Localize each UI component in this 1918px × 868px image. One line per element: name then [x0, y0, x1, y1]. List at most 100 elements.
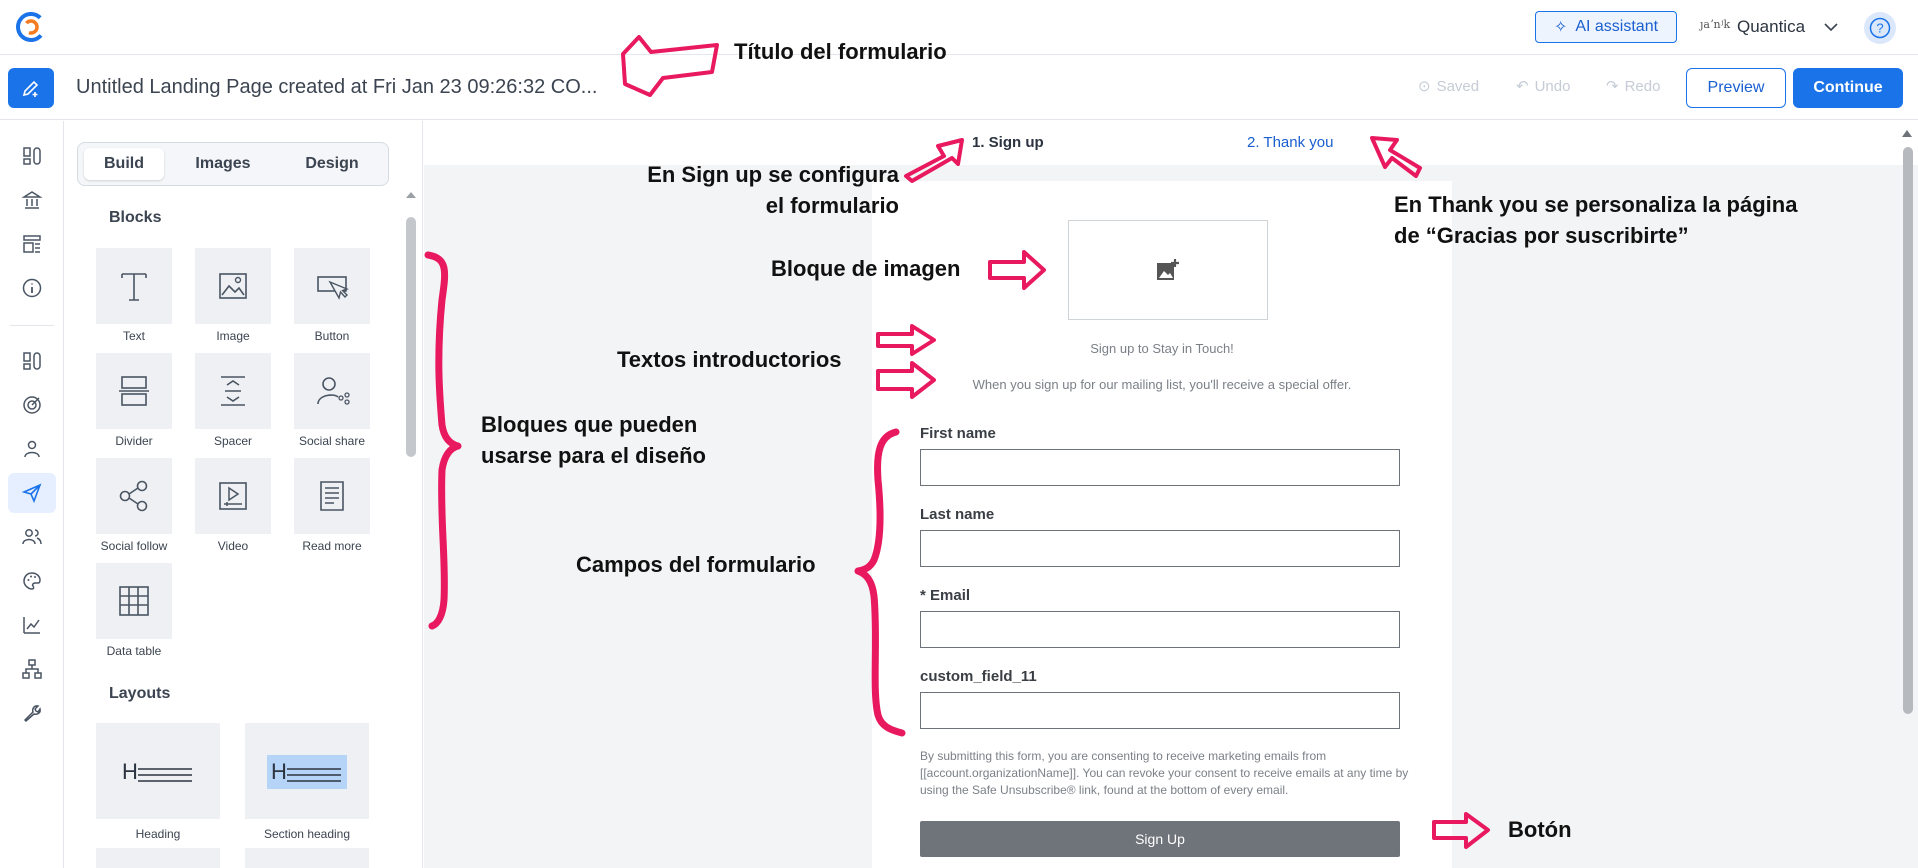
undo-button[interactable]: ↶ Undo	[1516, 77, 1571, 96]
top-bar: ✧ AI assistant ȷaʼnʲk Quantica ?	[0, 0, 1918, 55]
video-icon	[219, 482, 247, 510]
preview-button[interactable]: Preview	[1686, 68, 1786, 108]
saved-status: ⊙ Saved	[1418, 77, 1479, 96]
send-icon[interactable]	[8, 473, 56, 513]
check-circle-icon: ⊙	[1418, 78, 1431, 95]
annotation-signup-line1: En Sign up se configura	[647, 162, 899, 187]
sitemap-icon[interactable]	[17, 654, 47, 684]
add-image-icon	[1157, 259, 1179, 280]
scrollbar-thumb[interactable]	[1903, 147, 1913, 714]
block-label: Spacer	[213, 434, 253, 448]
dashboard-icon[interactable]	[17, 141, 47, 171]
block-text[interactable]: Text	[96, 248, 172, 343]
annotation-thankyou-line2: de “Gracias por suscribirte”	[1394, 223, 1689, 248]
editor-header: Untitled Landing Page created at Fri Jan…	[0, 56, 1918, 120]
layout-tile[interactable]	[245, 848, 369, 868]
wrench-icon[interactable]	[17, 698, 47, 728]
contact-icon[interactable]	[17, 434, 47, 464]
redo-label: Redo	[1624, 77, 1661, 95]
block-read-more[interactable]: Read more	[294, 458, 370, 553]
annotation-image-block: Bloque de imagen	[771, 256, 961, 281]
template-icon[interactable]	[17, 229, 47, 259]
block-label: Read more	[302, 539, 362, 553]
layout-tile[interactable]	[96, 848, 220, 868]
block-social-share[interactable]: Social share	[294, 353, 370, 448]
left-nav-rail	[0, 121, 64, 868]
annotation-fields: Campos del formulario	[576, 552, 816, 577]
block-spacer[interactable]: Spacer	[195, 353, 271, 448]
dashboard-icon[interactable]	[17, 346, 47, 376]
image-block[interactable]	[1068, 220, 1268, 320]
org-name[interactable]: Quantica	[1737, 17, 1805, 37]
field-label: Last name	[920, 506, 995, 523]
reports-icon[interactable]	[17, 610, 47, 640]
svg-text:H: H	[122, 759, 138, 784]
spacer-icon	[221, 376, 245, 406]
social-share-icon	[317, 377, 350, 405]
help-icon[interactable]: ?	[1864, 12, 1896, 44]
annotation-intro-texts: Textos introductorios	[617, 347, 842, 372]
edit-button[interactable]	[8, 68, 54, 108]
button-cursor-icon	[317, 276, 350, 300]
block-data-table[interactable]: Data table	[96, 563, 172, 658]
target-icon[interactable]	[17, 390, 47, 420]
block-label: Button	[314, 329, 350, 343]
annotation-title: Título del formulario	[734, 39, 947, 64]
svg-text:?: ?	[1876, 21, 1883, 36]
redo-icon: ↷	[1606, 78, 1619, 95]
custom-field[interactable]	[920, 692, 1400, 729]
layout-section-heading[interactable]: H Section heading	[245, 723, 369, 841]
scroll-up-icon[interactable]	[405, 189, 417, 199]
layout-heading[interactable]: H Heading	[96, 723, 220, 841]
tab-images[interactable]: Images	[178, 148, 268, 180]
email-field[interactable]	[920, 611, 1400, 648]
undo-label: Undo	[1534, 77, 1571, 95]
contacts-icon[interactable]	[17, 522, 47, 552]
text-icon	[121, 273, 147, 301]
section-heading-layout-icon: H	[267, 755, 347, 789]
scrollbar-thumb[interactable]	[406, 217, 416, 457]
layout-label: Section heading	[263, 827, 351, 841]
intro-title[interactable]: Sign up to Stay in Touch!	[872, 341, 1452, 356]
step-thank-you[interactable]: 2. Thank you	[1247, 134, 1333, 151]
panel-tabs: Build Images Design	[77, 142, 389, 186]
svg-text:H: H	[271, 759, 287, 784]
panel-scrollbar[interactable]	[405, 189, 417, 868]
build-panel: Build Images Design Blocks Text Image Bu…	[65, 121, 423, 868]
page-title[interactable]: Untitled Landing Page created at Fri Jan…	[76, 76, 597, 99]
tab-build[interactable]: Build	[84, 148, 164, 180]
canvas-scrollbar[interactable]	[1900, 121, 1914, 868]
block-label: Data table	[106, 644, 162, 658]
editor-canvas: 1. Sign up 2. Thank you Sign up to Stay …	[424, 121, 1918, 868]
last-name-field[interactable]	[920, 530, 1400, 567]
redo-button[interactable]: ↷ Redo	[1606, 77, 1661, 96]
app-window: ✧ AI assistant ȷaʼnʲk Quantica ? Untitle…	[0, 0, 1918, 868]
block-video[interactable]: Video	[195, 458, 271, 553]
palette-icon[interactable]	[17, 566, 47, 596]
rail-divider	[10, 325, 54, 326]
chevron-down-icon[interactable]	[1822, 18, 1840, 36]
block-label: Divider	[115, 434, 153, 448]
scroll-up-icon[interactable]	[1900, 127, 1914, 139]
block-button[interactable]: Button	[294, 248, 370, 343]
block-divider[interactable]: Divider	[96, 353, 172, 448]
sign-up-button[interactable]: Sign Up	[920, 821, 1400, 857]
step-tabs: 1. Sign up 2. Thank you	[424, 121, 1918, 165]
app-logo-icon[interactable]	[14, 10, 48, 44]
continue-button[interactable]: Continue	[1793, 68, 1903, 108]
bank-icon[interactable]	[17, 185, 47, 215]
consent-text[interactable]: By submitting this form, you are consent…	[920, 748, 1410, 799]
intro-text[interactable]: When you sign up for our mailing list, y…	[872, 377, 1452, 392]
block-label: Video	[217, 539, 249, 553]
first-name-field[interactable]	[920, 449, 1400, 486]
step-sign-up[interactable]: 1. Sign up	[972, 134, 1044, 151]
heading-layout-icon: H	[122, 759, 192, 784]
tab-design[interactable]: Design	[282, 148, 382, 180]
ai-assistant-button[interactable]: ✧ AI assistant	[1535, 11, 1677, 43]
block-image[interactable]: Image	[195, 248, 271, 343]
annotation-signup-line2: el formulario	[765, 193, 899, 218]
info-icon[interactable]	[17, 273, 47, 303]
field-label: custom_field_11	[920, 668, 1037, 685]
pencil-icon	[22, 80, 39, 97]
block-social-follow[interactable]: Social follow	[96, 458, 172, 553]
